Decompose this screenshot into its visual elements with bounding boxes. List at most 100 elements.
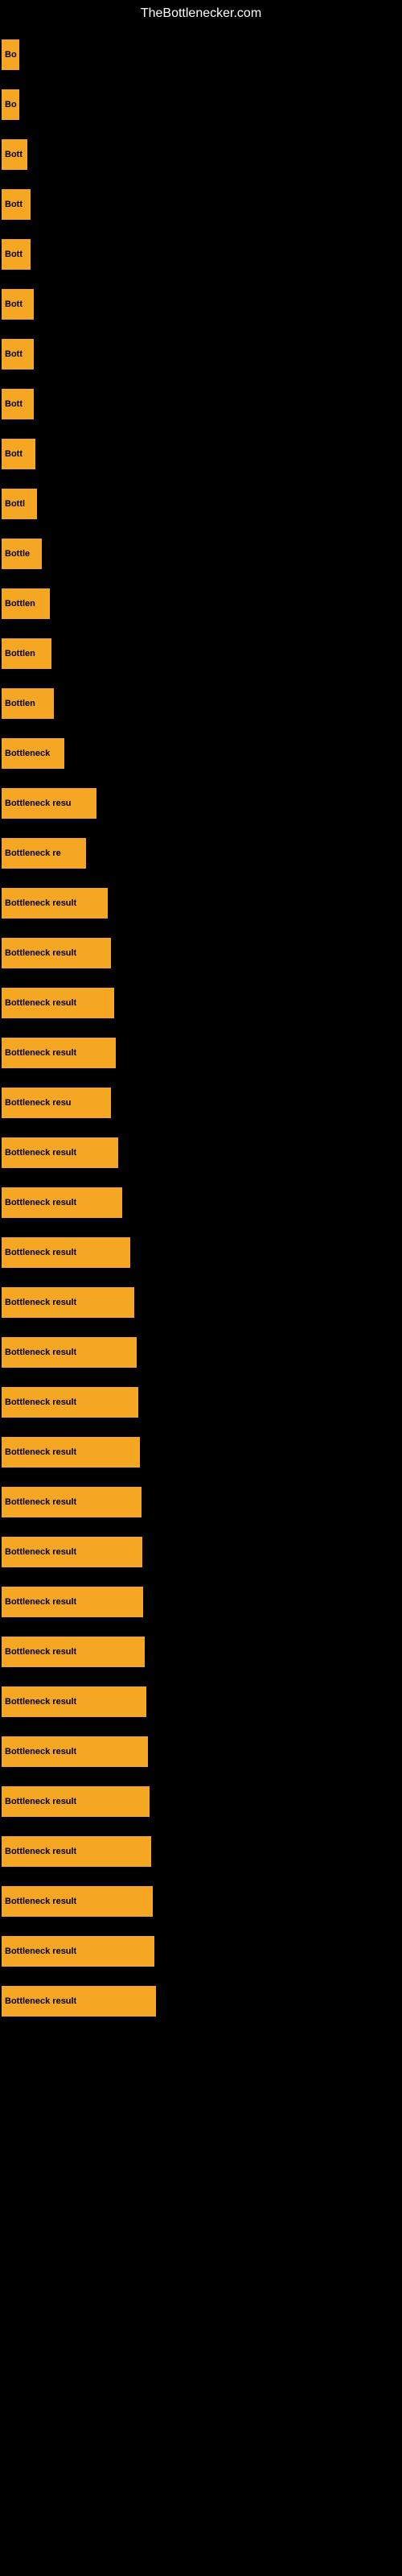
bar: Bo (2, 39, 19, 70)
bar-row: Bottleneck resu (0, 781, 402, 826)
bar-label: Bottleneck result (5, 998, 76, 1008)
bar-row: Bott (0, 282, 402, 327)
bar-row: Bottleneck result (0, 881, 402, 926)
bar-label: Bottleneck result (5, 1497, 76, 1507)
bar-label: Bottleneck result (5, 1198, 76, 1208)
bar-row: Bottleneck result (0, 1979, 402, 2024)
bar: Bottlen (2, 688, 54, 719)
bar-label: Bott (5, 150, 23, 159)
bar-label: Bottleneck resu (5, 799, 72, 808)
bar-label: Bottleneck result (5, 1547, 76, 1557)
bar-label: Bottleneck result (5, 1697, 76, 1707)
bar-row: Bottleneck result (0, 1629, 402, 1674)
bar-row: Bott (0, 382, 402, 427)
bar: Bottleneck result (2, 1786, 150, 1817)
bar-row: Bottlen (0, 681, 402, 726)
bar-row: Bottl (0, 481, 402, 526)
bar: Bottlen (2, 588, 50, 619)
bar-row: Bottle (0, 531, 402, 576)
bar: Bott (2, 139, 27, 170)
bar-label: Bottleneck result (5, 1447, 76, 1457)
bar-row: Bottleneck result (0, 1530, 402, 1575)
bar: Bottleneck result (2, 1187, 122, 1218)
bar-label: Bott (5, 399, 23, 409)
bar-row: Bottleneck result (0, 1779, 402, 1824)
bar-row: Bottleneck result (0, 1879, 402, 1924)
bar: Bott (2, 439, 35, 469)
bar-row: Bott (0, 182, 402, 227)
bar-label: Bottlen (5, 649, 35, 658)
bar-row: Bott (0, 332, 402, 377)
bars-container: Bo Bo Bott Bott Bott Bott Bott Bott Bott Bottl Bot… (0, 24, 402, 2037)
bar-row: Bottleneck result (0, 1230, 402, 1275)
bar-label: Bottl (5, 499, 25, 509)
bar: Bott (2, 289, 34, 320)
bar-label: Bottleneck re (5, 848, 61, 858)
bar-row: Bottleneck result (0, 980, 402, 1026)
bar-label: Bottleneck (5, 749, 50, 758)
bar-label: Bottleneck result (5, 1647, 76, 1657)
bar-row: Bottlen (0, 581, 402, 626)
bar-row: Bottleneck re (0, 831, 402, 876)
bar: Bottleneck result (2, 1437, 140, 1468)
bar: Bottl (2, 489, 37, 519)
bar: Bottleneck resu (2, 1088, 111, 1118)
bar: Bottleneck (2, 738, 64, 769)
bar-label: Bottleneck result (5, 1248, 76, 1257)
bar-row: Bottleneck result (0, 1929, 402, 1974)
bar: Bottleneck result (2, 938, 111, 968)
bar-row: Bottleneck result (0, 1280, 402, 1325)
bar: Bottleneck result (2, 1487, 142, 1517)
bar: Bottleneck result (2, 1137, 118, 1168)
bar-label: Bottleneck resu (5, 1098, 72, 1108)
bar: Bottleneck result (2, 1936, 154, 1967)
bar-row: Bottleneck result (0, 1829, 402, 1874)
bar-label: Bott (5, 299, 23, 309)
bar: Bottleneck result (2, 988, 114, 1018)
bar-row: Bottleneck result (0, 1480, 402, 1525)
bar-row: Bottleneck result (0, 1030, 402, 1075)
bar-label: Bottleneck result (5, 1397, 76, 1407)
bar: Bottleneck result (2, 1587, 143, 1617)
bar: Bott (2, 339, 34, 369)
bar-label: Bottleneck result (5, 1048, 76, 1058)
bar: Bottleneck resu (2, 788, 96, 819)
bar: Bo (2, 89, 19, 120)
bar-label: Bottleneck result (5, 948, 76, 958)
bar-label: Bottlen (5, 599, 35, 609)
bar-label: Bott (5, 349, 23, 359)
bar: Bott (2, 389, 34, 419)
bar-label: Bottleneck result (5, 1597, 76, 1607)
bar-label: Bott (5, 449, 23, 459)
bar-label: Bottle (5, 549, 30, 559)
bar: Bottleneck result (2, 888, 108, 919)
bar: Bottleneck result (2, 1038, 116, 1068)
bar-label: Bottleneck result (5, 1747, 76, 1757)
bar-row: Bottleneck result (0, 1579, 402, 1624)
bar: Bottleneck result (2, 1387, 138, 1418)
bar-row: Bottlen (0, 631, 402, 676)
bar-label: Bott (5, 200, 23, 209)
bar-row: Bottleneck result (0, 1130, 402, 1175)
bar: Bottlen (2, 638, 51, 669)
bar: Bott (2, 189, 31, 220)
bar: Bottleneck result (2, 1637, 145, 1667)
bar: Bott (2, 239, 31, 270)
bar: Bottleneck result (2, 1237, 130, 1268)
bar-label: Bottleneck result (5, 1348, 76, 1357)
bar-row: Bo (0, 32, 402, 77)
bar-row: Bo (0, 82, 402, 127)
bar-row: Bottleneck result (0, 1330, 402, 1375)
bar: Bottle (2, 539, 42, 569)
bar-label: Bottleneck result (5, 1897, 76, 1906)
bar: Bottleneck re (2, 838, 86, 869)
bar-row: Bottleneck result (0, 931, 402, 976)
bar-label: Bottleneck result (5, 898, 76, 908)
bar-row: Bottleneck result (0, 1180, 402, 1225)
bar: Bottleneck result (2, 1886, 153, 1917)
bar-row: Bottleneck (0, 731, 402, 776)
bar-row: Bottleneck result (0, 1430, 402, 1475)
bar-label: Bottleneck result (5, 1996, 76, 2006)
bar: Bottleneck result (2, 1287, 134, 1318)
bar: Bottleneck result (2, 1986, 156, 2017)
